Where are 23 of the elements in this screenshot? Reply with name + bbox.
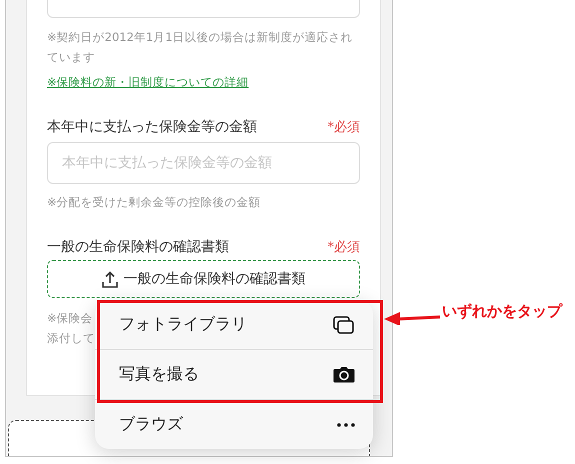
required-mark: *必須 <box>328 119 360 136</box>
amount-note: ※分配を受けた剰余金等の控除後の金額 <box>47 194 262 211</box>
pointer-arrow <box>384 311 440 325</box>
menu-item[interactable]: 写真を撮る <box>95 349 373 399</box>
menu-item-label: 写真を撮る <box>119 364 199 385</box>
required-mark: *必須 <box>328 239 360 256</box>
menu-item-label: ブラウズ <box>119 414 183 435</box>
document-note: ※保険会 添付して <box>47 310 95 347</box>
upload-button-label: 一般の生命保険料の確認書類 <box>124 270 306 288</box>
camera-icon <box>333 366 355 383</box>
menu-item-label: フォトライブラリ <box>119 314 247 335</box>
contract-date-note: ※契約日が2012年1月1日以後の場合は新制度が適応されています <box>47 29 354 66</box>
field-label: 一般の生命保険料の確認書類 <box>47 238 229 256</box>
more-icon <box>337 422 355 426</box>
upload-button[interactable]: 一般の生命保険料の確認書類 <box>47 260 360 298</box>
annotation-text: いずれかをタップ <box>442 302 562 321</box>
menu-item[interactable]: ブラウズ <box>95 399 373 449</box>
insurance-system-link[interactable]: ※保険料の新・旧制度についての詳細 <box>47 75 360 90</box>
upload-icon <box>102 270 118 288</box>
amount-input-field[interactable]: 本年中に支払った保険金等の金額 <box>47 142 360 184</box>
text-field[interactable] <box>47 0 360 18</box>
field-label: 本年中に支払った保険金等の金額 <box>47 118 257 136</box>
stacked-squares-icon <box>333 316 355 334</box>
